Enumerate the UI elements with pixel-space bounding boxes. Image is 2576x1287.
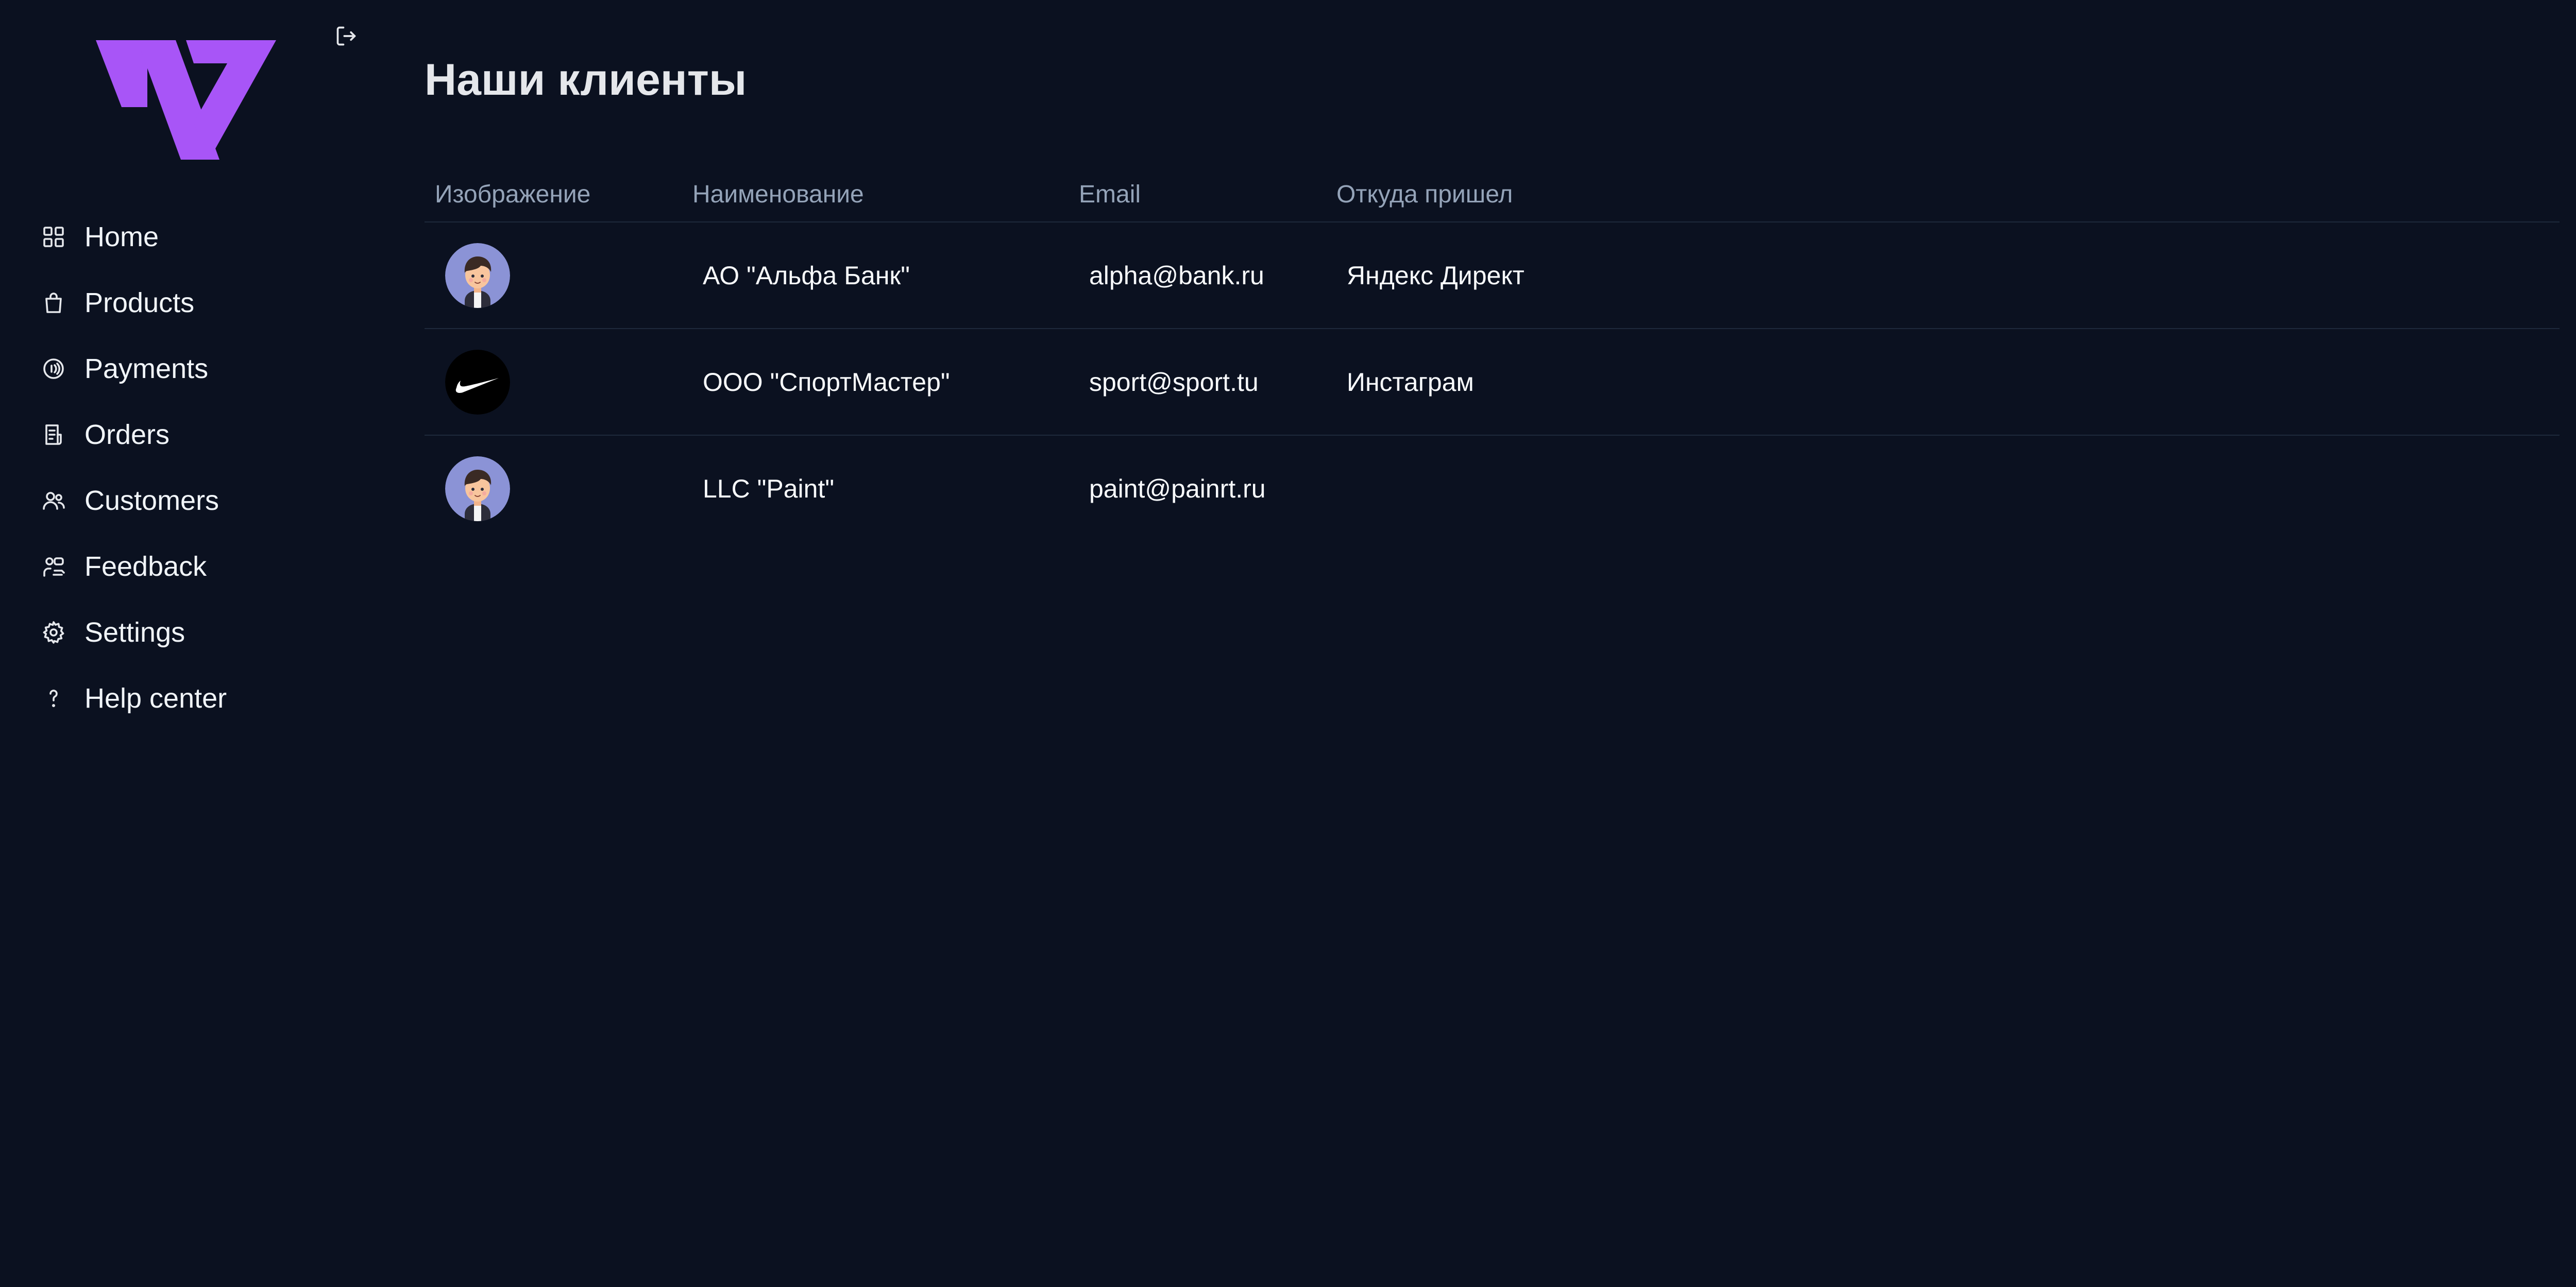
receipt-icon: [40, 421, 67, 448]
gear-icon: [40, 619, 67, 646]
column-header-image: Изображение: [435, 181, 591, 208]
customer-email: sport@sport.tu: [1089, 368, 1259, 397]
grid-icon: [40, 224, 67, 250]
sidebar-item-label: Feedback: [84, 551, 207, 582]
customers-table: Изображение Наименование Email Откуда пр…: [425, 170, 2560, 542]
customer-name: LLC "Paint": [703, 474, 835, 503]
page-title: Наши клиенты: [425, 55, 747, 105]
column-header-name: Наименование: [692, 181, 864, 208]
question-icon: [40, 685, 67, 712]
table-row[interactable]: LLC "Paint" paint@painrt.ru: [425, 436, 2560, 542]
nike-logo-icon: [445, 350, 510, 415]
logout-icon: [336, 26, 356, 46]
customer-name: АО "Альфа Банк": [703, 261, 910, 290]
customer-source: Яндекс Директ: [1347, 261, 1524, 290]
customer-email: alpha@bank.ru: [1089, 261, 1264, 290]
column-header-email: Email: [1079, 181, 1141, 208]
sidebar-item-products[interactable]: Products: [40, 270, 370, 336]
table-row[interactable]: ООО "СпортМастер" sport@sport.tu Инстагр…: [425, 329, 2560, 436]
sidebar-item-label: Customers: [84, 485, 219, 516]
logout-button[interactable]: [332, 22, 361, 50]
sidebar-item-settings[interactable]: Settings: [40, 599, 370, 665]
table-row[interactable]: АО "Альфа Банк" alpha@bank.ru Яндекс Дир…: [425, 222, 2560, 329]
app-window: Home Products Payments Orders Customers …: [0, 0, 2576, 1287]
table-header: Изображение Наименование Email Откуда пр…: [425, 170, 2560, 222]
feedback-icon: [40, 553, 67, 580]
sidebar-item-home[interactable]: Home: [40, 204, 370, 270]
sidebar-item-customers[interactable]: Customers: [40, 468, 370, 534]
customer-email: paint@painrt.ru: [1089, 474, 1266, 503]
sidebar-nav: Home Products Payments Orders Customers …: [40, 204, 370, 731]
avatar-boy-icon: [445, 243, 510, 308]
customer-source: Инстаграм: [1347, 368, 1474, 397]
sidebar-item-label: Payments: [84, 353, 209, 384]
brand-logo[interactable]: [96, 40, 276, 160]
column-header-source: Откуда пришел: [1336, 181, 1513, 208]
avatar-boy-icon: [445, 456, 510, 521]
shopping-bag-icon: [40, 289, 67, 316]
sidebar-item-label: Home: [84, 221, 159, 252]
payment-icon: [40, 355, 67, 382]
sidebar-item-label: Help center: [84, 683, 227, 714]
sidebar-item-label: Settings: [84, 617, 185, 648]
sidebar-item-help-center[interactable]: Help center: [40, 665, 370, 731]
sidebar-item-label: Orders: [84, 419, 170, 450]
main-content: Наши клиенты Изображение Наименование Em…: [425, 0, 2560, 1287]
sidebar-item-orders[interactable]: Orders: [40, 402, 370, 468]
sidebar-item-label: Products: [84, 287, 195, 318]
sidebar: Home Products Payments Orders Customers …: [0, 0, 392, 1287]
users-icon: [40, 487, 67, 514]
sidebar-item-payments[interactable]: Payments: [40, 336, 370, 402]
customer-name: ООО "СпортМастер": [703, 368, 950, 397]
sidebar-item-feedback[interactable]: Feedback: [40, 534, 370, 599]
